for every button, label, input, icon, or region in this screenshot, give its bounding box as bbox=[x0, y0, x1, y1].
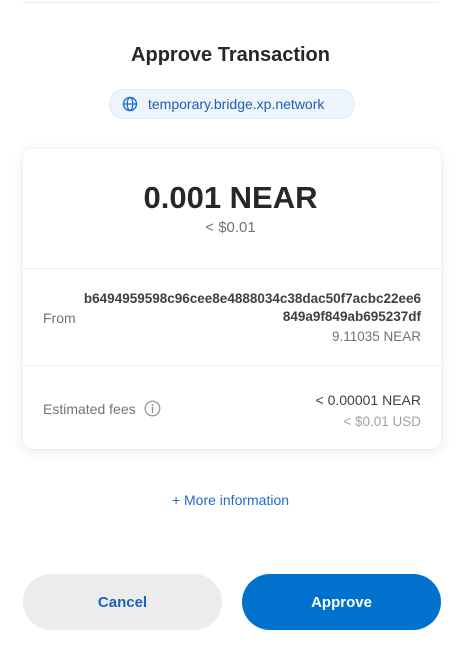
estimated-fees-label: Estimated fees bbox=[43, 400, 136, 417]
transfer-amount-usd: < $0.01 bbox=[205, 219, 256, 236]
globe-icon bbox=[122, 96, 138, 112]
estimated-fees-row-label: Estimated fees bbox=[43, 400, 161, 417]
info-icon[interactable] bbox=[144, 400, 161, 417]
page-title: Approve Transaction bbox=[131, 44, 330, 66]
approve-button[interactable]: Approve bbox=[242, 574, 441, 630]
from-balance: 9.11035 NEAR bbox=[331, 329, 421, 344]
estimated-fees-near: < 0.00001 NEAR bbox=[315, 392, 421, 408]
origin-badge: temporary.bridge.xp.network bbox=[109, 89, 355, 119]
card-divider bbox=[23, 268, 441, 269]
from-label: From bbox=[43, 310, 76, 326]
cancel-button[interactable]: Cancel bbox=[23, 574, 222, 630]
from-address: b6494959598c96cee8e4888034c38dac50f7acbc… bbox=[83, 291, 421, 324]
approve-transaction-page: Approve Transaction temporary.bridge.xp.… bbox=[0, 0, 461, 647]
transfer-amount: 0.001 NEAR bbox=[143, 180, 318, 215]
origin-host: temporary.bridge.xp.network bbox=[148, 96, 325, 112]
more-information-link[interactable]: + More information bbox=[0, 492, 461, 508]
estimated-fees-usd: < $0.01 USD bbox=[343, 414, 421, 429]
card-divider bbox=[23, 365, 441, 366]
top-divider bbox=[22, 2, 439, 3]
